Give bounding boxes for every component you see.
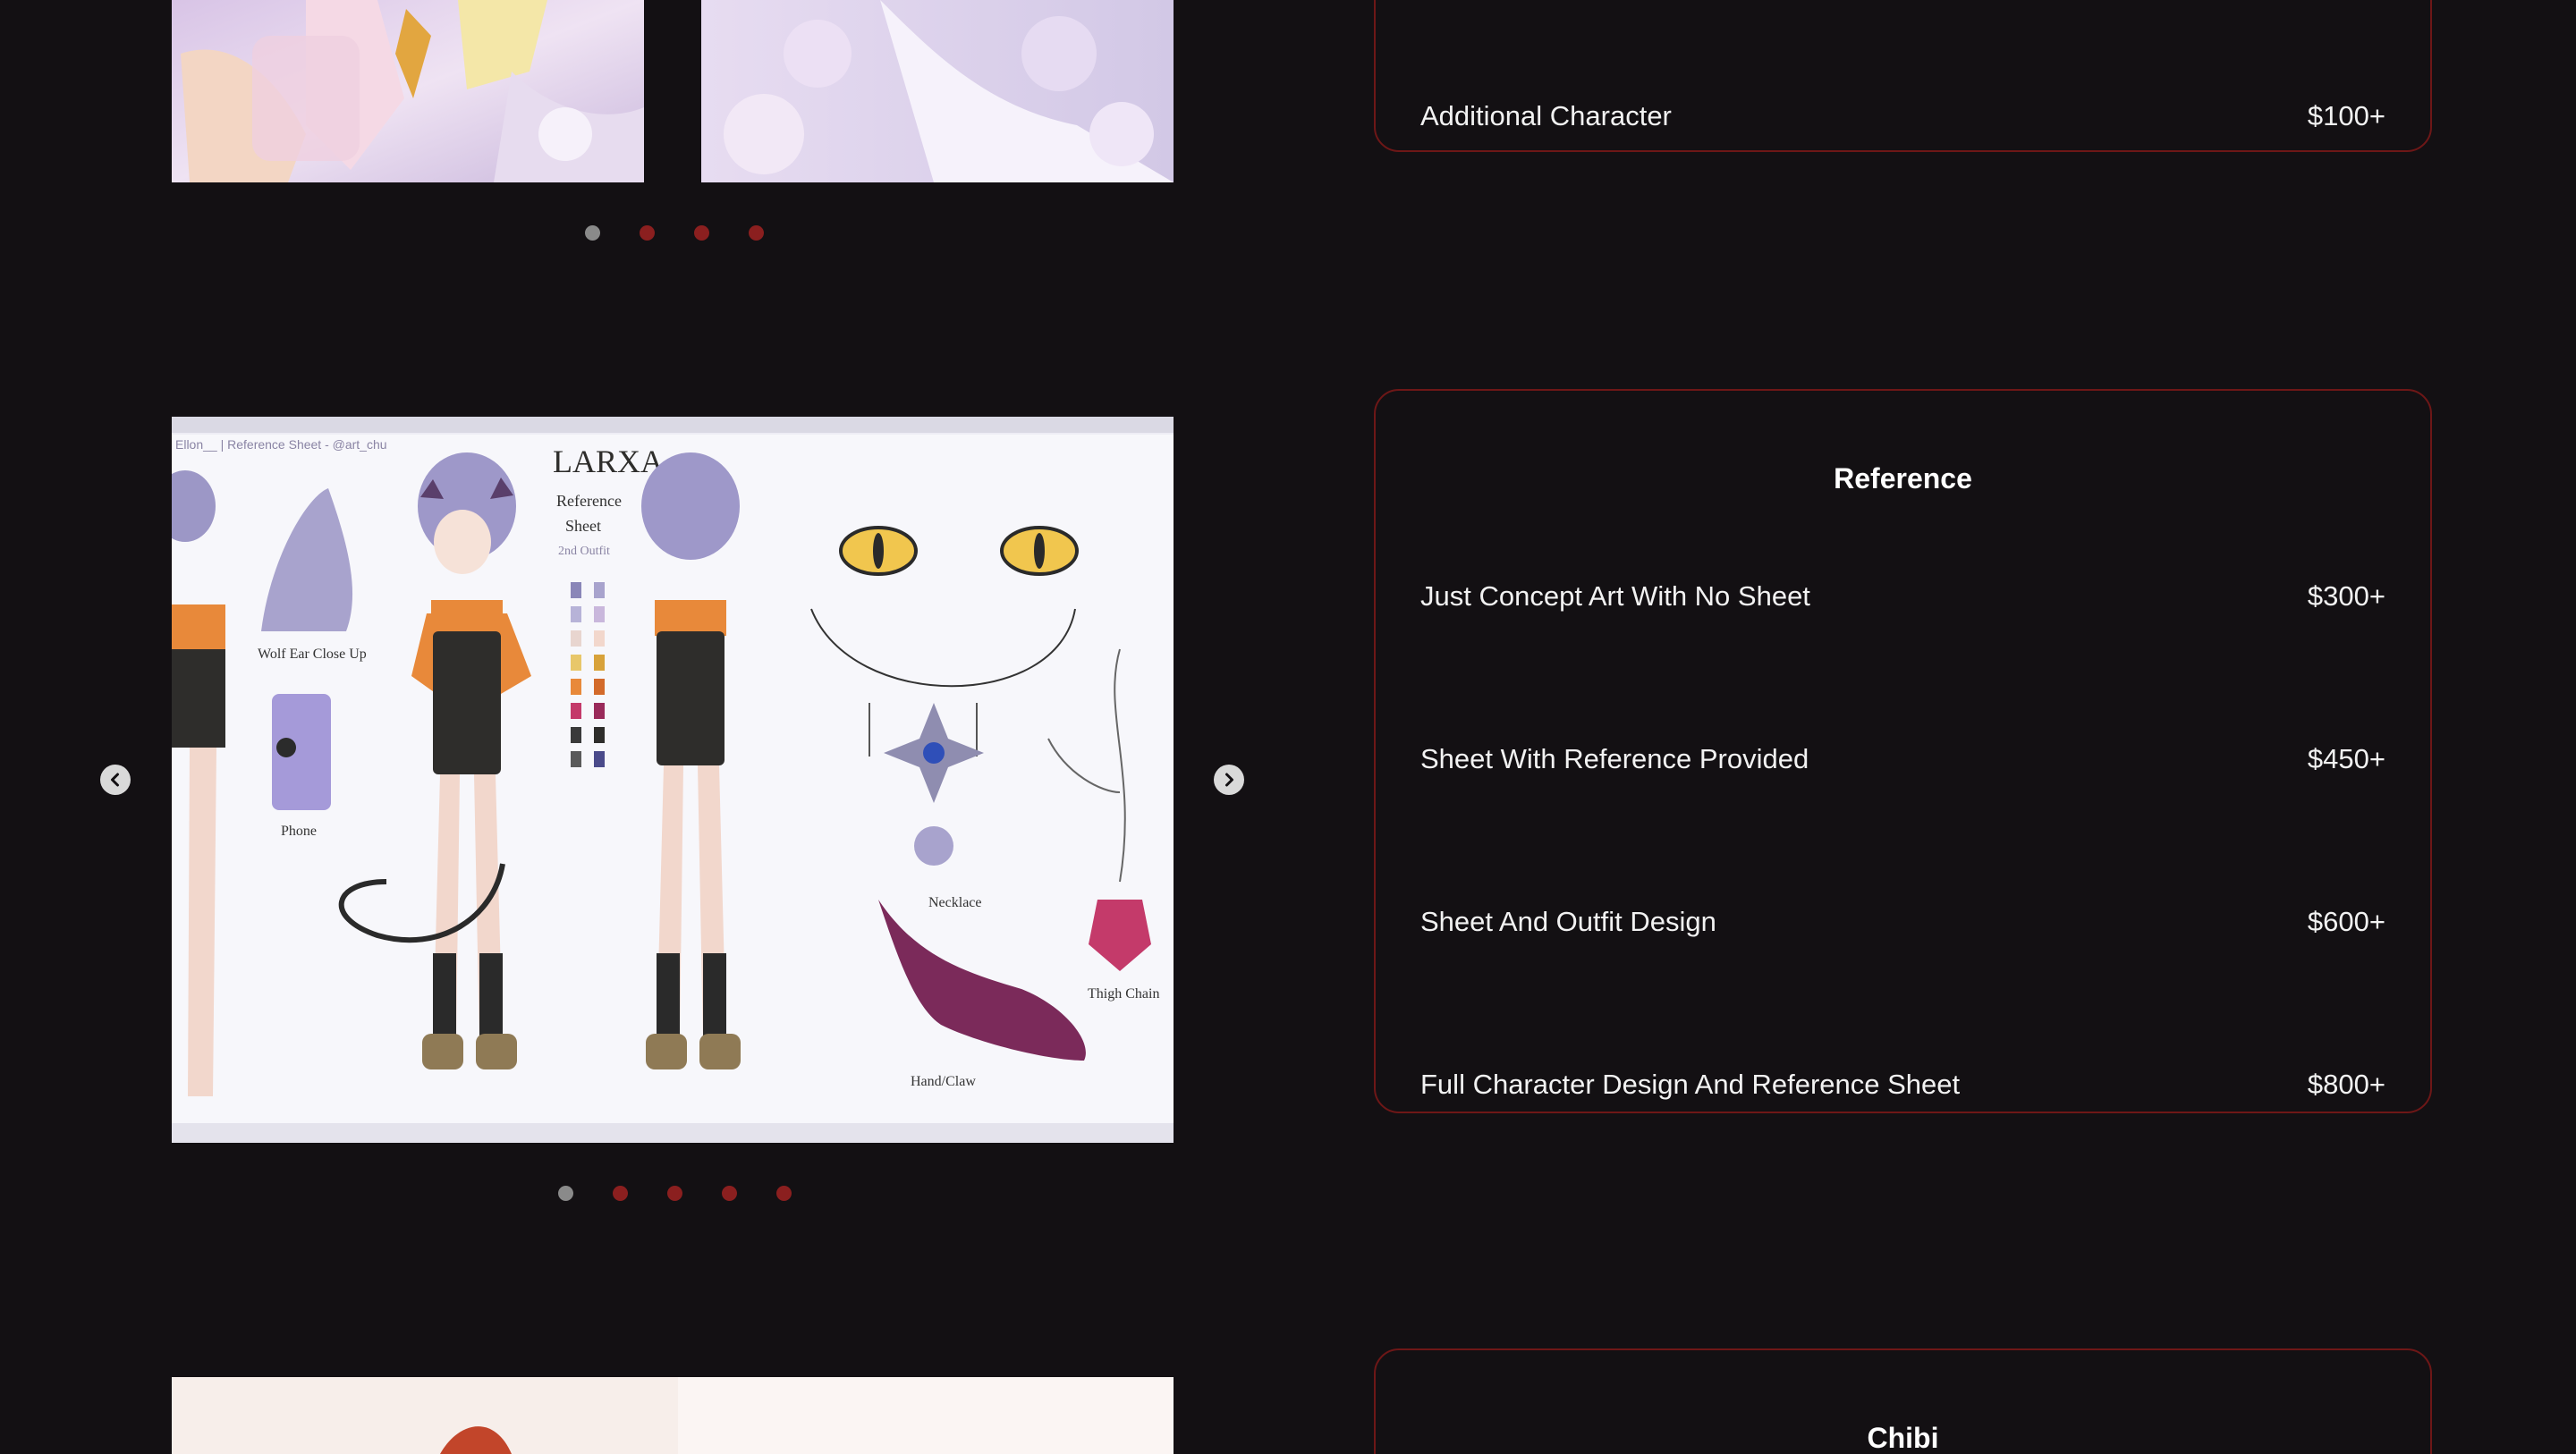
card-title: Chibi <box>1867 1422 1939 1454</box>
price-row-label: Sheet With Reference Provided <box>1420 743 1809 774</box>
sheet-header-text: Ellon__ | Reference Sheet - @art_chu <box>175 437 387 452</box>
carousel-prev-button[interactable] <box>100 765 131 795</box>
label-thigh-chain: Thigh Chain <box>1088 986 1159 1002</box>
sheet-subtitle-3: 2nd Outfit <box>558 545 610 558</box>
price-card-chibi: Chibi <box>1374 1348 2432 1454</box>
label-hand-claw: Hand/Claw <box>911 1074 976 1089</box>
chevron-left-icon <box>111 773 119 787</box>
label-wolf-ear: Wolf Ear Close Up <box>258 647 367 662</box>
chevron-right-icon <box>1225 773 1233 787</box>
page: Additional Character $100+ Ellon__ | Ref… <box>0 0 2576 1454</box>
chibi-image[interactable] <box>172 1377 1174 1454</box>
price-row-value: $800+ <box>2307 1069 2385 1100</box>
carousel-dot[interactable] <box>776 1186 792 1201</box>
carousel-dot[interactable] <box>558 1186 573 1201</box>
label-phone: Phone <box>281 824 317 839</box>
price-row-value: $100+ <box>2307 100 2385 131</box>
carousel-dot[interactable] <box>640 225 655 241</box>
price-row: Sheet With Reference Provided $450+ <box>1420 743 2385 775</box>
carousel-dot[interactable] <box>722 1186 737 1201</box>
chibi-artwork <box>172 1377 1174 1454</box>
price-card-reference: Reference Just Concept Art With No Sheet… <box>1374 389 2432 1113</box>
carousel-dot[interactable] <box>585 225 600 241</box>
artwork-pastel-2 <box>701 0 1174 182</box>
price-row: Full Character Design And Reference Shee… <box>1420 1069 2385 1101</box>
price-row: Additional Character $100+ <box>1420 100 2385 132</box>
price-row-label: Full Character Design And Reference Shee… <box>1420 1069 1961 1100</box>
carousel-dot[interactable] <box>694 225 709 241</box>
reference-sheet-image[interactable]: Ellon__ | Reference Sheet - @art_chu Wol… <box>172 417 1174 1143</box>
price-row-label: Sheet And Outfit Design <box>1420 906 1716 937</box>
price-card-top: Additional Character $100+ <box>1374 0 2432 152</box>
price-row-value: $450+ <box>2307 743 2385 774</box>
price-row: Just Concept Art With No Sheet $300+ <box>1420 580 2385 613</box>
sheet-character-name: LARXA <box>553 444 664 479</box>
reference-sheet-artwork: Ellon__ | Reference Sheet - @art_chu Wol… <box>172 417 1174 1143</box>
label-necklace: Necklace <box>928 895 982 910</box>
carousel-dots-top <box>585 225 764 241</box>
sheet-subtitle-2: Sheet <box>565 517 601 535</box>
price-row-value: $300+ <box>2307 580 2385 612</box>
price-row-label: Additional Character <box>1420 100 1672 131</box>
price-row-label: Just Concept Art With No Sheet <box>1420 580 1810 612</box>
price-row-value: $600+ <box>2307 906 2385 937</box>
carousel-dot[interactable] <box>749 225 764 241</box>
carousel-dots-reference <box>558 1186 792 1201</box>
carousel-dot[interactable] <box>613 1186 628 1201</box>
price-row: Sheet And Outfit Design $600+ <box>1420 906 2385 938</box>
carousel-next-button[interactable] <box>1214 765 1244 795</box>
carousel-dot[interactable] <box>667 1186 682 1201</box>
gallery-image-1[interactable] <box>172 0 644 182</box>
card-title: Reference <box>1834 462 1972 495</box>
artwork-pastel-1 <box>172 0 644 182</box>
sheet-subtitle-1: Reference <box>556 492 622 510</box>
gallery-image-2[interactable] <box>701 0 1174 182</box>
